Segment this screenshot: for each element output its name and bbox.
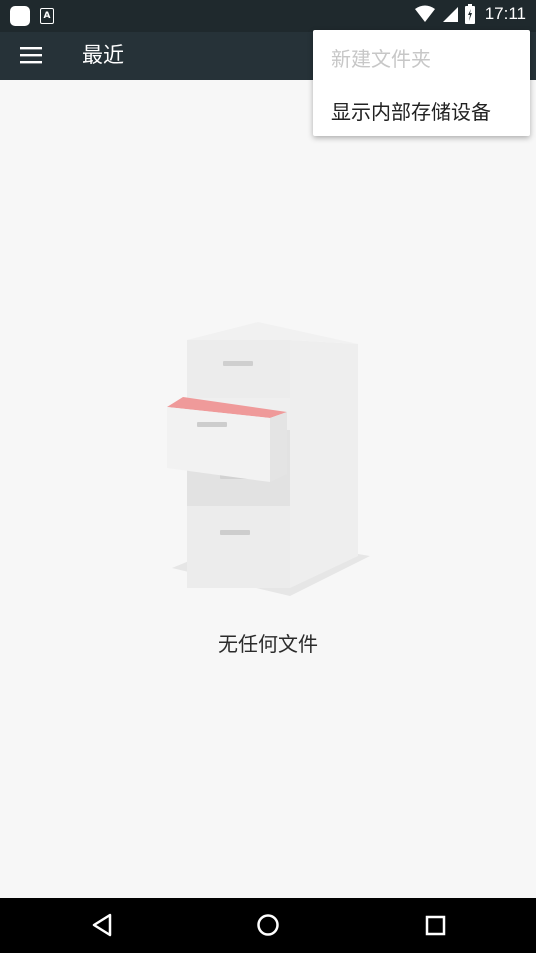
menu-item-new-folder: 新建文件夹	[331, 47, 431, 71]
status-right-icons: 17:11	[414, 4, 526, 24]
empty-state-message: 无任何文件	[218, 632, 318, 656]
wifi-icon	[414, 5, 435, 22]
page-title: 最近	[82, 43, 124, 67]
battery-icon	[464, 4, 475, 24]
status-left-icons: A	[10, 6, 54, 26]
menu-item-show-internal-storage[interactable]: 显示内部存储设备	[331, 96, 491, 125]
overflow-menu: 新建文件夹 显示内部存储设备	[313, 30, 530, 136]
signal-icon	[442, 7, 458, 22]
nav-bar	[0, 898, 536, 953]
hamburger-menu-icon[interactable]	[20, 45, 44, 67]
a-letter-icon: A	[40, 8, 54, 24]
file-cabinet-illustration	[167, 322, 370, 596]
home-icon[interactable]	[256, 912, 280, 938]
recents-icon[interactable]	[424, 912, 448, 938]
status-time: 17:11	[484, 4, 526, 23]
status-bar: A 17:11	[0, 0, 536, 32]
back-icon[interactable]	[90, 912, 114, 938]
notification-square-icon	[10, 6, 30, 26]
